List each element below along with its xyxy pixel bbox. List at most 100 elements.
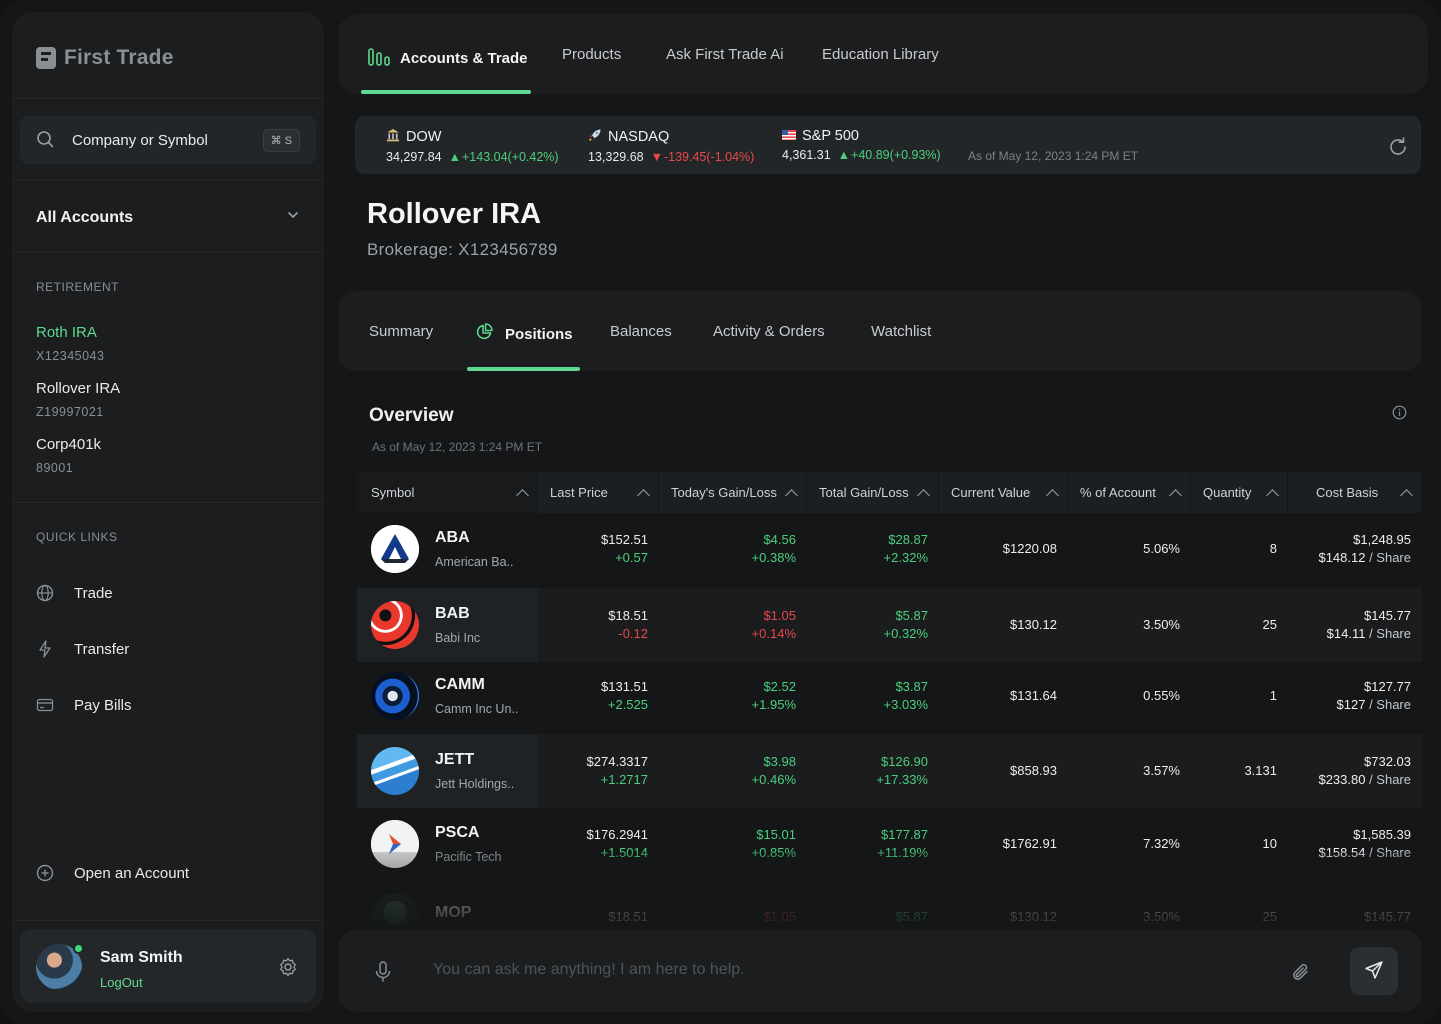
user-card: Sam Smith LogOut <box>20 929 316 1003</box>
cost-per-share: $127 <box>1336 697 1366 712</box>
sort-caret-icon <box>1169 488 1182 502</box>
microphone-icon[interactable] <box>374 961 392 986</box>
quick-link-pay-bills[interactable]: Pay Bills <box>36 696 132 714</box>
total-gain-percent: +0.32% <box>883 626 928 641</box>
sort-caret-icon <box>1046 488 1059 502</box>
company-name: Jett Holdings.. <box>435 777 515 791</box>
paperclip-icon[interactable] <box>1290 961 1312 986</box>
column-label: Current Value <box>951 485 1031 500</box>
account-tabs: Summary Positions Balances Activity & Or… <box>338 291 1422 371</box>
tab-label: Accounts & Trade <box>400 49 528 67</box>
symbol-cell[interactable]: ABA American Ba.. <box>357 513 538 585</box>
company-logo <box>371 747 419 795</box>
index-name: NASDAQ <box>608 129 670 145</box>
tab-education-library[interactable]: Education Library <box>822 46 939 63</box>
tab-balances[interactable]: Balances <box>610 323 672 340</box>
column-header-current-value[interactable]: Current Value <box>939 472 1068 513</box>
ticker-symbol: ABA <box>435 529 470 546</box>
column-header-symbol[interactable]: Symbol <box>357 472 538 513</box>
per-share-label: / Share <box>1365 550 1411 565</box>
column-header-total-gain[interactable]: Total Gain/Loss <box>807 472 939 513</box>
total-gain-percent: +2.32% <box>883 550 928 565</box>
percent-of-account: 3.50% <box>1143 617 1180 632</box>
current-value: $1762.91 <box>1002 836 1057 851</box>
cost-basis-cell: $1,248.95 $148.12 / Share <box>1288 531 1422 567</box>
quick-link-transfer[interactable]: Transfer <box>36 640 129 658</box>
ticker-symbol: CAMM <box>435 676 485 693</box>
send-icon <box>1364 960 1384 983</box>
tab-products[interactable]: Products <box>562 46 621 63</box>
brand-logo[interactable]: First Trade <box>36 46 174 70</box>
divider <box>12 502 324 503</box>
overview-timestamp: As of May 12, 2023 1:24 PM ET <box>372 440 543 454</box>
per-share-label: / Share <box>1365 626 1411 641</box>
tab-watchlist[interactable]: Watchlist <box>871 323 931 340</box>
brand-logo-icon <box>36 47 56 69</box>
bolt-icon <box>36 640 54 658</box>
table-row[interactable]: CAMM Camm Inc Un.. $131.51 +2.525 $2.52 +1.95… <box>357 660 1422 732</box>
tab-activity-orders[interactable]: Activity & Orders <box>713 323 825 340</box>
column-header-quantity[interactable]: Quantity <box>1191 472 1288 513</box>
column-header-percent-account[interactable]: % of Account <box>1068 472 1191 513</box>
quick-links-label: QUICK LINKS <box>36 530 118 544</box>
quantity: 3.131 <box>1244 763 1277 778</box>
tab-summary[interactable]: Summary <box>369 323 433 340</box>
tab-label: Summary <box>369 323 434 340</box>
account-number: 89001 <box>36 461 74 475</box>
open-account-label: Open an Account <box>74 864 190 882</box>
brand-name: First Trade <box>64 46 174 69</box>
last-price-change: +1.2717 <box>600 772 648 787</box>
active-tab-indicator <box>467 367 580 371</box>
todays-gain-percent: +0.14% <box>751 626 796 641</box>
company-logo <box>371 672 419 720</box>
column-label: Symbol <box>371 485 415 500</box>
market-ticker: DOW 34,297.84 ▲ +143.04(+0.42%) NASDAQ 1… <box>355 116 1421 174</box>
todays-gain-percent: +0.38% <box>751 550 796 565</box>
total-gain: $126.90 <box>881 754 928 769</box>
symbol-cell[interactable]: BAB Babi Inc <box>357 588 538 662</box>
symbol-cell[interactable]: CAMM Camm Inc Un.. <box>357 660 538 732</box>
logout-link[interactable]: LogOut <box>100 975 143 990</box>
accounts-dropdown[interactable]: All Accounts <box>36 208 300 227</box>
cost-basis: $145.77 <box>1364 608 1411 623</box>
accounts-dropdown-label: All Accounts <box>36 208 134 226</box>
open-account-button[interactable]: Open an Account <box>36 864 189 882</box>
sidebar-account-rollover-ira[interactable]: Rollover IRA Z19997021 <box>36 380 120 419</box>
triangle-down-icon: ▼ <box>650 150 663 164</box>
bar-chart-icon <box>368 46 390 70</box>
symbol-cell[interactable]: JETT Jett Holdings.. <box>357 734 538 808</box>
triangle-up-icon: ▲ <box>448 150 461 164</box>
index-value: 34,297.84 <box>386 150 442 164</box>
todays-gain: $15.01 <box>756 827 796 842</box>
column-label: Cost Basis <box>1316 485 1379 500</box>
sidebar-account-corp401k[interactable]: Corp401k 89001 <box>36 436 101 475</box>
quick-link-trade[interactable]: Trade <box>36 584 113 602</box>
table-header: Symbol Last Price Today's Gain/Loss Tota… <box>357 472 1422 513</box>
plus-circle-icon <box>36 864 54 882</box>
tab-accounts-trade[interactable]: Accounts & Trade <box>368 46 528 70</box>
column-header-cost-basis[interactable]: Cost Basis <box>1288 472 1422 513</box>
tab-ask-first-trade-ai[interactable]: Ask First Trade Ai <box>666 46 784 63</box>
chat-input[interactable]: You can ask me anything! I am here to he… <box>433 961 745 979</box>
tab-positions[interactable]: Positions <box>475 323 573 345</box>
current-value: $1220.08 <box>1002 541 1057 556</box>
sidebar-account-roth-ira[interactable]: Roth IRA X12345043 <box>36 324 104 363</box>
table-row[interactable]: ABA American Ba.. $152.51 +0.57 $4.56 +0.38% $… <box>357 513 1422 585</box>
per-share-label: / Share <box>1365 697 1411 712</box>
table-row[interactable]: BAB Babi Inc $18.51 -0.12 $1.05 +0.14% $5.87 +0… <box>357 588 1422 662</box>
refresh-icon[interactable] <box>1387 136 1409 161</box>
percent-of-account: 5.06% <box>1143 541 1180 556</box>
search-input[interactable]: Company or Symbol <box>72 132 245 149</box>
search-bar[interactable]: Company or Symbol ⌘ S <box>20 116 316 164</box>
sort-caret-icon <box>785 488 798 502</box>
gear-icon[interactable] <box>278 957 298 980</box>
table-row[interactable]: JETT Jett Holdings.. $274.3317 +1.2717 $3.98… <box>357 734 1422 808</box>
column-header-last-price[interactable]: Last Price <box>538 472 659 513</box>
retirement-section-label: RETIREMENT <box>36 280 119 294</box>
cost-per-share: $14.11 <box>1326 626 1366 641</box>
send-button[interactable] <box>1350 947 1398 995</box>
info-icon[interactable] <box>1392 405 1407 423</box>
sort-caret-icon <box>917 488 930 502</box>
tab-label: Watchlist <box>871 323 932 340</box>
column-header-todays-gain[interactable]: Today's Gain/Loss <box>659 472 807 513</box>
